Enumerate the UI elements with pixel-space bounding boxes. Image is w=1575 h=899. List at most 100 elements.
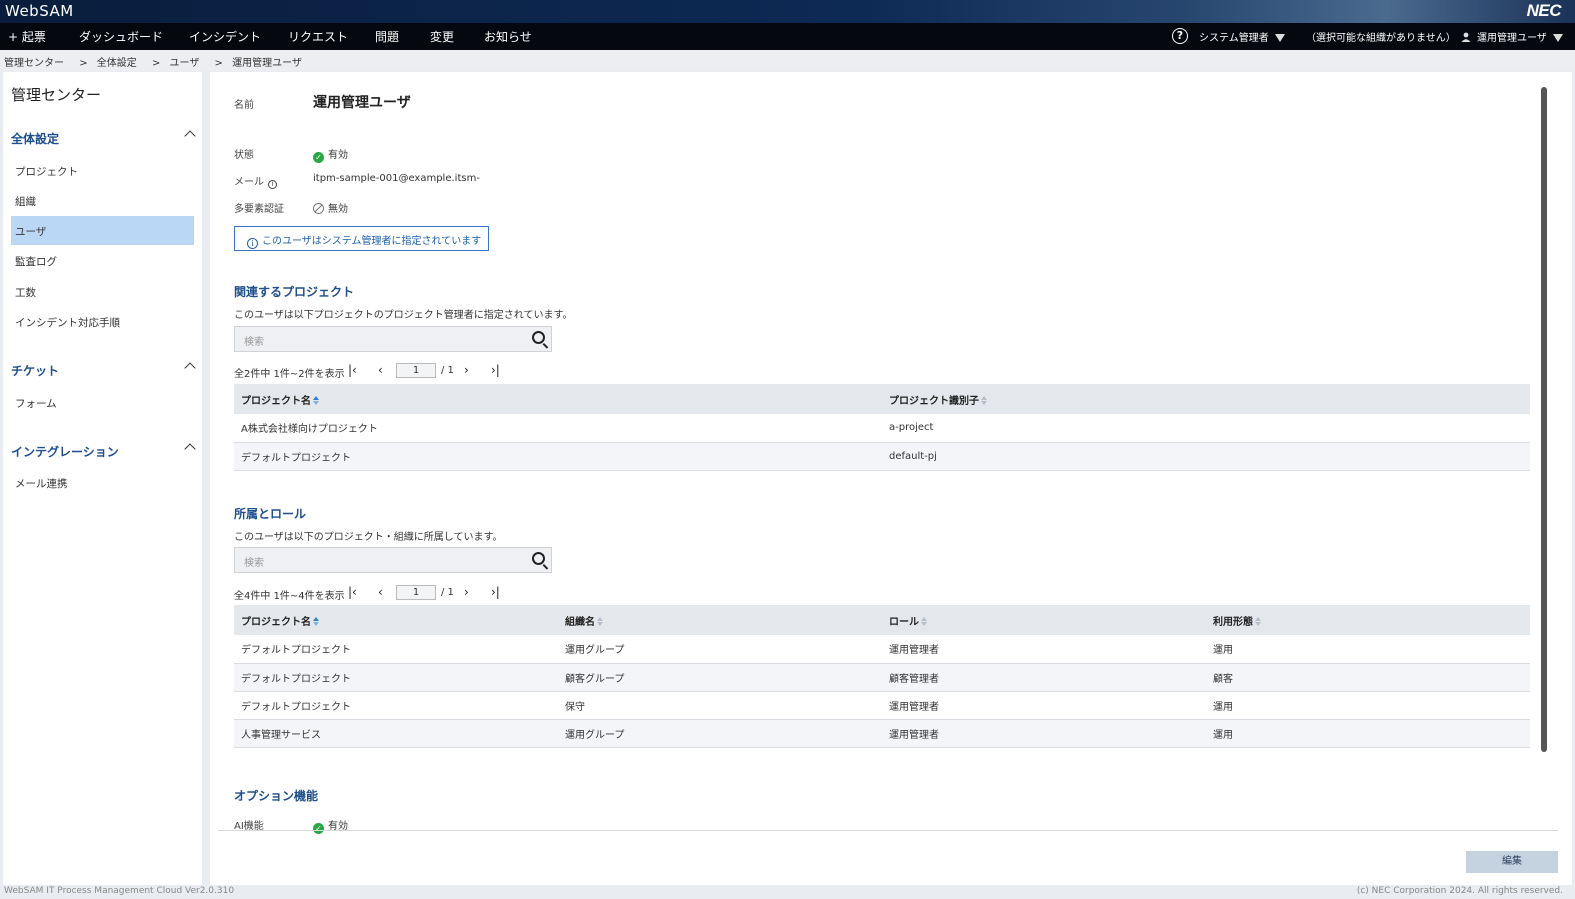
prev-page-icon[interactable]: ‹ bbox=[378, 585, 383, 599]
sidebar-item-users[interactable]: ユーザ bbox=[11, 216, 194, 245]
cell-project: デフォルトプロジェクト bbox=[234, 691, 558, 720]
breadcrumb-separator: > bbox=[151, 58, 161, 69]
sidebar-item-form[interactable]: フォーム bbox=[11, 388, 194, 417]
mfa-text: 無効 bbox=[328, 204, 348, 215]
col-project-identifier[interactable]: プロジェクト識別子 bbox=[882, 384, 1530, 414]
table-row[interactable]: デフォルトプロジェクト 運用グループ 運用管理者 運用 bbox=[234, 635, 1530, 664]
edit-button[interactable]: 編集 bbox=[1466, 851, 1558, 873]
cell-project-name: A株式会社様向けプロジェクト bbox=[234, 414, 882, 443]
next-page-icon[interactable]: › bbox=[464, 585, 469, 599]
breadcrumb-users[interactable]: ユーザ bbox=[170, 58, 200, 69]
info-icon: i bbox=[247, 238, 258, 249]
chevron-up-icon[interactable] bbox=[184, 362, 196, 374]
chevron-down-icon bbox=[1274, 34, 1285, 42]
sidebar-item-organization[interactable]: 組織 bbox=[11, 186, 194, 215]
sort-icon[interactable] bbox=[981, 395, 988, 406]
page-number-input[interactable]: 1 bbox=[396, 363, 436, 378]
sidebar-section-global[interactable]: 全体設定 bbox=[11, 130, 196, 147]
search-icon[interactable] bbox=[532, 331, 545, 344]
sidebar-item-workload[interactable]: 工数 bbox=[11, 277, 194, 306]
total-pages: / 1 bbox=[441, 587, 454, 598]
mail-label-text: メール bbox=[234, 177, 264, 188]
user-menu[interactable]: 運用管理ユーザ bbox=[1461, 29, 1563, 44]
cell-project: デフォルトプロジェクト bbox=[234, 663, 558, 692]
cell-role: 運用管理者 bbox=[882, 635, 1206, 664]
col-usage-type[interactable]: 利用形態 bbox=[1206, 605, 1530, 635]
cell-project: デフォルトプロジェクト bbox=[234, 635, 558, 664]
nav-incident[interactable]: インシデント bbox=[189, 28, 261, 45]
role-search-input[interactable]: 検索 bbox=[234, 547, 552, 573]
project-search-input[interactable]: 検索 bbox=[234, 326, 552, 352]
user-name-value: 運用管理ユーザ bbox=[313, 95, 411, 111]
sort-icon[interactable] bbox=[313, 616, 320, 627]
sidebar-item-incident-procedure[interactable]: インシデント対応手順 bbox=[11, 307, 194, 336]
sidebar-item-mail-integration[interactable]: メール連携 bbox=[11, 468, 194, 497]
vertical-scrollbar[interactable] bbox=[1541, 87, 1547, 752]
sidebar-item-project[interactable]: プロジェクト bbox=[11, 156, 194, 185]
next-page-icon[interactable]: › bbox=[464, 363, 469, 377]
first-page-icon[interactable]: |‹ bbox=[348, 585, 357, 599]
cell-organization: 保守 bbox=[558, 691, 882, 720]
sort-icon[interactable] bbox=[1255, 616, 1262, 627]
breadcrumb-global-settings[interactable]: 全体設定 bbox=[97, 58, 137, 69]
nav-request[interactable]: リクエスト bbox=[288, 28, 348, 45]
section-label: チケット bbox=[11, 364, 60, 378]
create-ticket-button[interactable]: + 起票 bbox=[8, 28, 46, 45]
related-projects-desc: このユーザは以下プロジェクトのプロジェクト管理者に指定されています。 bbox=[234, 310, 573, 321]
table-row[interactable]: デフォルトプロジェクト 保守 運用管理者 運用 bbox=[234, 691, 1530, 720]
table-header: プロジェクト名 プロジェクト識別子 bbox=[234, 384, 1530, 414]
help-icon[interactable]: ? bbox=[1172, 28, 1188, 44]
prev-page-icon[interactable]: ‹ bbox=[378, 363, 383, 377]
chevron-up-icon[interactable] bbox=[184, 130, 196, 142]
divider bbox=[218, 830, 1558, 831]
sort-icon[interactable] bbox=[921, 616, 928, 627]
section-label: インテグレーション bbox=[11, 445, 119, 459]
sort-icon[interactable] bbox=[597, 616, 604, 627]
col-project-name[interactable]: プロジェクト名 bbox=[234, 384, 882, 414]
sort-icon[interactable] bbox=[313, 395, 320, 406]
check-circle-icon: ✓ bbox=[313, 152, 324, 163]
table-row[interactable]: 人事管理サービス 運用グループ 運用管理者 運用 bbox=[234, 719, 1530, 748]
first-page-icon[interactable]: |‹ bbox=[348, 363, 357, 377]
cell-usage: 運用 bbox=[1206, 691, 1530, 720]
role-selector[interactable]: システム管理者 bbox=[1199, 29, 1285, 44]
col-role[interactable]: ロール bbox=[882, 605, 1206, 635]
membership-roles-desc: このユーザは以下のプロジェクト・組織に所属しています。 bbox=[234, 532, 503, 543]
cell-organization: 運用グループ bbox=[558, 635, 882, 664]
disabled-icon bbox=[313, 203, 324, 214]
user-name: 運用管理ユーザ bbox=[1477, 33, 1547, 44]
org-selector[interactable]: （選択可能な組織がありません） bbox=[1306, 29, 1456, 44]
page-number-input[interactable]: 1 bbox=[396, 585, 436, 600]
nav-news[interactable]: お知らせ bbox=[484, 28, 532, 45]
chevron-up-icon[interactable] bbox=[184, 443, 196, 455]
table-row[interactable]: デフォルトプロジェクト 顧客グループ 顧客管理者 顧客 bbox=[234, 663, 1530, 692]
sidebar-section-ticket[interactable]: チケット bbox=[11, 362, 196, 379]
search-icon[interactable] bbox=[532, 552, 545, 565]
cell-role: 顧客管理者 bbox=[882, 663, 1206, 692]
table-row[interactable]: A株式会社様向けプロジェクト a-project bbox=[234, 414, 1530, 443]
nav-problem[interactable]: 問題 bbox=[375, 28, 399, 45]
cell-role: 運用管理者 bbox=[882, 719, 1206, 748]
cell-organization: 顧客グループ bbox=[558, 663, 882, 692]
last-page-icon[interactable]: ›| bbox=[491, 363, 500, 377]
mfa-value: 無効 bbox=[313, 200, 348, 215]
notice-text: このユーザはシステム管理者に指定されています bbox=[262, 236, 482, 247]
ai-feature-value: ✓ 有効 bbox=[313, 817, 348, 834]
nav-change[interactable]: 変更 bbox=[430, 28, 454, 45]
status-label: 状態 bbox=[234, 150, 254, 161]
breadcrumb-admin-center[interactable]: 管理センター bbox=[4, 58, 64, 69]
breadcrumb-separator: > bbox=[214, 58, 223, 69]
nav-dashboard[interactable]: ダッシュボード bbox=[79, 28, 163, 45]
sidebar-section-integration[interactable]: インテグレーション bbox=[11, 443, 196, 460]
last-page-icon[interactable]: ›| bbox=[491, 585, 500, 599]
col-organization-name[interactable]: 組織名 bbox=[558, 605, 882, 635]
check-circle-icon: ✓ bbox=[313, 823, 324, 834]
col-project-name[interactable]: プロジェクト名 bbox=[234, 605, 558, 635]
cell-project: 人事管理サービス bbox=[234, 719, 558, 748]
info-icon[interactable]: i bbox=[268, 180, 277, 189]
table-header: プロジェクト名 組織名 ロール 利用形態 bbox=[234, 605, 1530, 635]
user-icon bbox=[1461, 32, 1471, 42]
pager-count: 全4件中 1件~4件を表示 bbox=[234, 591, 345, 602]
table-row[interactable]: デフォルトプロジェクト default-pj bbox=[234, 442, 1530, 471]
sidebar-item-audit-log[interactable]: 監査ログ bbox=[11, 246, 194, 275]
